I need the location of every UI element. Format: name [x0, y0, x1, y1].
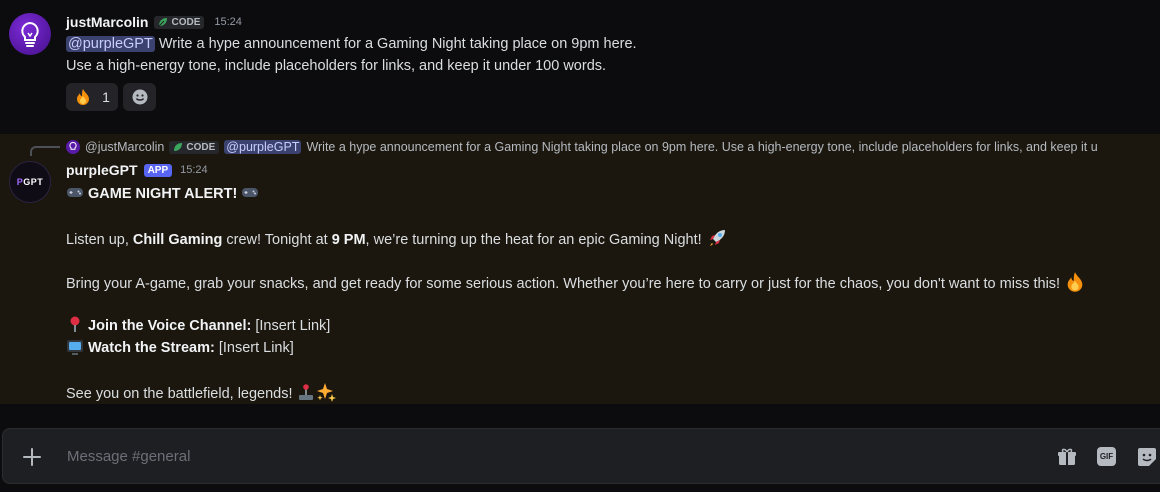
avatar-text-gpt: GPT: [23, 177, 44, 187]
join-label: Join the Voice Channel:: [88, 318, 252, 334]
watch-stream-line: Watch the Stream: [Insert Link]: [66, 337, 294, 356]
gif-button[interactable]: GIF: [1097, 447, 1116, 466]
reply-preview[interactable]: @justMarcolin CODE @purpleGPT Write a hy…: [66, 138, 1160, 156]
p1-text-end: , we’re turning up the heat for an epic …: [365, 232, 702, 248]
stream-link: [Insert Link]: [218, 340, 294, 356]
timestamp[interactable]: 15:24: [214, 16, 242, 28]
reaction-count: 1: [102, 89, 110, 105]
add-reaction-icon: [132, 89, 147, 105]
code-badge: CODE: [154, 15, 205, 29]
message-composer[interactable]: Message #general GIF: [2, 428, 1160, 484]
join-link: [Insert Link]: [255, 318, 331, 334]
announcement-paragraph-1: Listen up, Chill Gaming crew! Tonight at…: [66, 227, 728, 249]
closing-line: See you on the battlefield, legends!: [66, 381, 337, 403]
fire-emoji-icon: [1067, 272, 1083, 292]
joystick-emoji-icon: [298, 384, 313, 400]
heading-text: GAME NIGHT ALERT!: [88, 186, 238, 202]
bot-avatar[interactable]: P GPT: [9, 161, 51, 203]
reply-text: Write a hype announcement for a Gaming N…: [306, 140, 1098, 154]
reply-author[interactable]: @justMarcolin: [85, 140, 164, 154]
p2-text: Bring your A-game, grab your snacks, and…: [66, 276, 1061, 292]
p1-text-start: Listen up,: [66, 232, 133, 248]
p1-server-name: Chill Gaming: [132, 232, 223, 248]
mention[interactable]: @purpleGPT: [66, 36, 155, 52]
announcement-paragraph-2: Bring your A-game, grab your snacks, and…: [66, 271, 1086, 293]
p1-time: 9 PM: [331, 232, 366, 248]
pin-emoji-icon: [70, 316, 80, 332]
gamepad-emoji-icon: [242, 188, 259, 197]
message-text-line-1: @purpleGPT Write a hype announcement for…: [66, 36, 637, 52]
message-text: Write a hype announcement for a Gaming N…: [158, 36, 637, 52]
message-text-line-2: Use a high-energy tone, include placehol…: [66, 58, 607, 74]
gamepad-emoji-icon: [67, 188, 83, 197]
reply-connector: [30, 146, 60, 156]
gif-label: GIF: [1099, 452, 1114, 461]
bot-timestamp[interactable]: 15:24: [180, 164, 208, 176]
leaf-icon: [159, 18, 168, 27]
gift-icon[interactable]: [1057, 447, 1077, 467]
message-input-placeholder[interactable]: Message #general: [67, 448, 190, 465]
reply-mention[interactable]: @purpleGPT: [224, 140, 302, 154]
leaf-icon: [174, 143, 183, 151]
stream-label: Watch the Stream:: [88, 340, 215, 356]
closing-text: See you on the battlefield, legends!: [66, 386, 293, 402]
badge-label: CODE: [171, 16, 201, 28]
reply-code-badge: CODE: [169, 140, 220, 154]
reply-avatar-icon: [66, 140, 80, 154]
lightbulb-icon: [21, 21, 39, 47]
tv-emoji-icon: [67, 340, 83, 355]
app-badge: APP: [143, 163, 173, 177]
bot-author-name[interactable]: purpleGPT: [66, 162, 138, 178]
rocket-emoji-icon: [709, 230, 725, 246]
sticker-icon[interactable]: [1137, 447, 1157, 467]
fire-emoji-icon: [77, 89, 90, 105]
author-name[interactable]: justMarcolin: [66, 14, 148, 30]
plus-icon[interactable]: [21, 446, 43, 468]
announcement-heading: GAME NIGHT ALERT!: [66, 183, 259, 202]
badge-label: CODE: [186, 141, 216, 153]
reaction-fire[interactable]: 1: [66, 83, 118, 111]
add-reaction-button[interactable]: [123, 83, 156, 111]
join-voice-line: Join the Voice Channel: [Insert Link]: [66, 315, 330, 334]
sparkles-emoji-icon: [316, 383, 336, 402]
message-justmarcolin: justMarcolin CODE 15:24 @purpleGPT Write…: [0, 0, 1160, 122]
user-avatar[interactable]: [9, 13, 51, 55]
p1-text-mid: crew! Tonight at: [222, 232, 332, 248]
